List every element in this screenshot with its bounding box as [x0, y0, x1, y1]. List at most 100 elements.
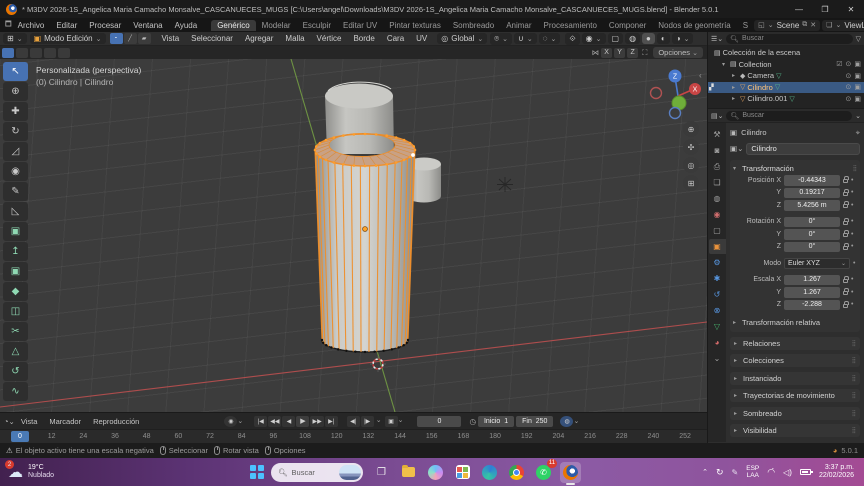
lock-icon[interactable]	[843, 242, 849, 250]
tray-chevron-icon[interactable]: ⌃	[702, 468, 708, 476]
transform-value-field[interactable]: 1.267	[784, 287, 840, 298]
orientation-selector[interactable]: ◎ Global ⌄	[437, 33, 488, 44]
region-collapse-arrow[interactable]: ‹	[699, 71, 702, 80]
edge-select-button[interactable]: ╱	[123, 33, 137, 44]
animate-property-dot[interactable]: •	[851, 276, 853, 283]
auto-key-button[interactable]: ◉	[224, 415, 238, 427]
animate-property-dot[interactable]: •	[851, 189, 853, 196]
outliner-row-cilindro.001[interactable]: ▸ ▽ Cilindro.001 ▽ ⊙ ▣	[708, 93, 864, 105]
viewport-menu-vista[interactable]: Vista	[156, 34, 186, 43]
panel-trayectorias-de-movimiento[interactable]: ▸ Trayectorias de movimiento ⣿	[730, 389, 860, 402]
transform-value-field[interactable]: 0°	[784, 229, 840, 240]
blender-menu-icon[interactable]: 🗖	[5, 20, 12, 31]
tool-scale-icon[interactable]: ◿	[3, 142, 28, 161]
transform-value-field[interactable]: 5.4256 m	[784, 200, 840, 211]
object-name-field[interactable]: Cilindro	[746, 142, 860, 155]
transform-value-field[interactable]: 1.267	[784, 274, 840, 285]
properties-tab-modifiers[interactable]: ⚙	[709, 255, 726, 270]
mirror-z-button[interactable]: Z	[627, 47, 639, 58]
current-frame-field[interactable]: 0	[417, 415, 462, 427]
taskbar-app-store[interactable]	[452, 462, 473, 483]
unlink-scene-icon[interactable]: ✕	[810, 21, 816, 29]
shading-material-button[interactable]: ◐	[656, 33, 670, 44]
workspace-tab-modelar[interactable]: Modelar	[256, 20, 297, 31]
chevron-right-icon[interactable]: ▸	[732, 84, 738, 91]
face-select-button[interactable]: ▰	[137, 33, 151, 44]
volume-icon[interactable]: ◁)	[783, 468, 792, 477]
lock-icon[interactable]	[843, 188, 849, 196]
properties-tab-object-data[interactable]: ▽	[709, 319, 726, 334]
viewport-menu-uv[interactable]: UV	[410, 34, 433, 43]
tool-move-icon[interactable]: ✚	[3, 102, 28, 121]
workspace-tab-animar[interactable]: Animar	[500, 20, 537, 31]
tool-extrude-region-icon[interactable]: ↥	[3, 242, 28, 261]
properties-tab-tool[interactable]: ⚒	[709, 127, 726, 142]
animate-property-dot[interactable]: •	[851, 202, 853, 209]
frame-start-field[interactable]: Inicio 1	[477, 415, 515, 427]
panel-presentación-en-vistas[interactable]: ▸Presentación en vistas⣿	[730, 441, 860, 442]
properties-tab-constraints[interactable]: ⊗	[709, 303, 726, 318]
viewport-menu-cara[interactable]: Cara	[381, 34, 410, 43]
tool-smooth-icon[interactable]: ∿	[3, 382, 28, 401]
rotation-mode-select[interactable]: Euler XYZ ⌄	[784, 258, 850, 269]
show-gizmos-button[interactable]: ⟐	[565, 32, 580, 45]
object-type-icon[interactable]: ▣⌄	[730, 144, 743, 153]
tool-poly-build-icon[interactable]: △	[3, 342, 28, 361]
panel-drag-handle[interactable]: ⣿	[852, 392, 856, 399]
mirror-y-button[interactable]: Y	[614, 47, 626, 58]
frame-end-field[interactable]: Fin 250	[516, 415, 554, 427]
workspace-tab-s[interactable]: S	[737, 20, 754, 31]
workspace-tab-componer[interactable]: Componer	[603, 20, 652, 31]
wifi-icon[interactable]: ◠̇	[767, 467, 775, 478]
viewport-menu-malla[interactable]: Malla	[279, 34, 310, 43]
select-subtract-button[interactable]	[30, 47, 42, 58]
select-new-button[interactable]	[2, 47, 14, 58]
lock-icon[interactable]	[843, 300, 849, 308]
checkbox-icon[interactable]: ☑	[836, 60, 842, 68]
close-button[interactable]: ✕	[838, 5, 864, 14]
properties-tab-collection[interactable]: ▢	[709, 223, 726, 238]
animate-property-dot[interactable]: •	[851, 231, 853, 238]
options-dropdown[interactable]: Opciones ⌄	[653, 47, 703, 58]
show-overlays-button[interactable]: ◉ ⌄	[581, 33, 606, 44]
outliner-row-cilindro[interactable]: ▞ ▸ ▽ Cilindro ▽ ⊙ ▣	[708, 81, 864, 93]
animate-property-dot[interactable]: •	[851, 177, 853, 184]
scene-selector[interactable]: ◱ ⌄ Scene ⧉ ✕	[754, 19, 821, 31]
animate-property-dot[interactable]: •	[851, 301, 853, 308]
taskbar-app-task-view[interactable]: ❐	[371, 462, 392, 483]
menu-ayuda[interactable]: Ayuda	[169, 21, 204, 30]
camera-toggle-icon[interactable]: ▣	[854, 83, 861, 91]
playhead[interactable]: 0	[11, 431, 29, 442]
clock-widget[interactable]: 3:37 p.m. 22/02/2026	[819, 464, 854, 480]
maximize-button[interactable]: ❐	[812, 5, 838, 14]
transform-value-field[interactable]: 0.19217	[784, 187, 840, 198]
editor-type-button[interactable]: ⊞ ⌄	[3, 33, 27, 44]
viewlayer-selector[interactable]: ❏ ⌄ ViewLayer ⧉	[822, 19, 864, 31]
breadcrumb-object[interactable]: Cilindro	[741, 128, 766, 137]
taskbar-app-edge[interactable]	[479, 462, 500, 483]
panel-drag-handle[interactable]: ⣿	[852, 427, 856, 434]
outliner-row-collection[interactable]: ▾ ▤ Collection ☑ ⊙ ▣	[708, 59, 864, 71]
viewport-menu-seleccionar[interactable]: Seleccionar	[185, 34, 239, 43]
select-intersect-button[interactable]	[58, 47, 70, 58]
outliner-filter-icon[interactable]: ▽	[856, 35, 861, 43]
workspace-tab-procesamiento[interactable]: Procesamiento	[538, 20, 603, 31]
pin-icon[interactable]: ⌖	[856, 128, 860, 138]
panel-drag-handle[interactable]: ⣿	[853, 165, 857, 172]
timeline-editor-icon[interactable]: ◔⌄	[4, 417, 15, 426]
pivot-point-button[interactable]: ⌾ ⌄	[490, 32, 512, 45]
menu-ventana[interactable]: Ventana	[127, 21, 168, 30]
taskbar-app-copilot[interactable]	[425, 462, 446, 483]
outliner-search-input[interactable]: 🔍︎ Buscar	[726, 33, 853, 44]
transform-value-field[interactable]: 0°	[784, 241, 840, 252]
eye-icon[interactable]: ⊙	[846, 60, 852, 68]
play-button[interactable]: ▶	[296, 415, 310, 427]
proportional-edit-button[interactable]: ◌ ⌄	[538, 33, 561, 44]
select-invert-button[interactable]	[44, 47, 56, 58]
panel-drag-handle[interactable]: ⣿	[852, 410, 856, 417]
lock-icon[interactable]	[843, 275, 849, 283]
properties-tab-particles[interactable]: ✱	[709, 271, 726, 286]
workspace-tab-pintar-texturas[interactable]: Pintar texturas	[383, 20, 447, 31]
properties-options-icon[interactable]: ⌄	[855, 112, 861, 120]
tool-knife-icon[interactable]: ✂	[3, 322, 28, 341]
